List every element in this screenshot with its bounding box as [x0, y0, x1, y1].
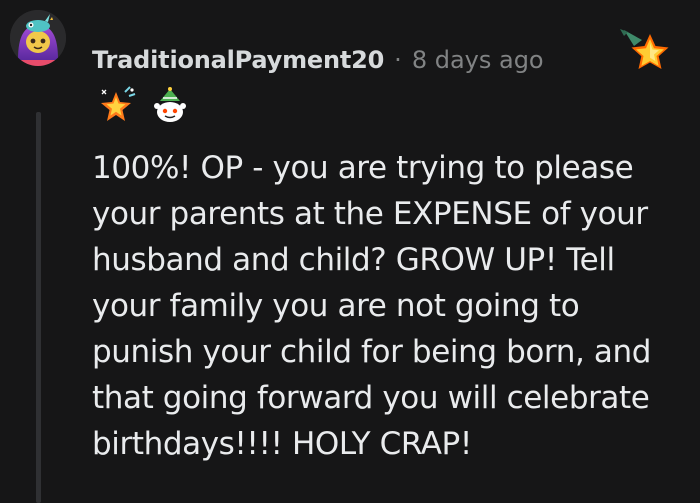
meta-separator: ·: [394, 46, 402, 74]
user-flair-row: [98, 86, 190, 126]
avatar-icon: [10, 10, 66, 66]
comment-timestamp[interactable]: 8 days ago: [412, 43, 544, 77]
thread-line[interactable]: [36, 112, 41, 503]
party-snoo-icon: [150, 86, 190, 126]
comment-header: TraditionalPayment20 · 8 days ago: [92, 43, 544, 77]
sparkle-star-icon: [98, 86, 138, 126]
star-award-icon[interactable]: [618, 26, 674, 82]
user-avatar[interactable]: [10, 10, 66, 66]
username-link[interactable]: TraditionalPayment20: [92, 43, 384, 77]
comment-body: 100%! OP - you are trying to please your…: [92, 150, 651, 462]
